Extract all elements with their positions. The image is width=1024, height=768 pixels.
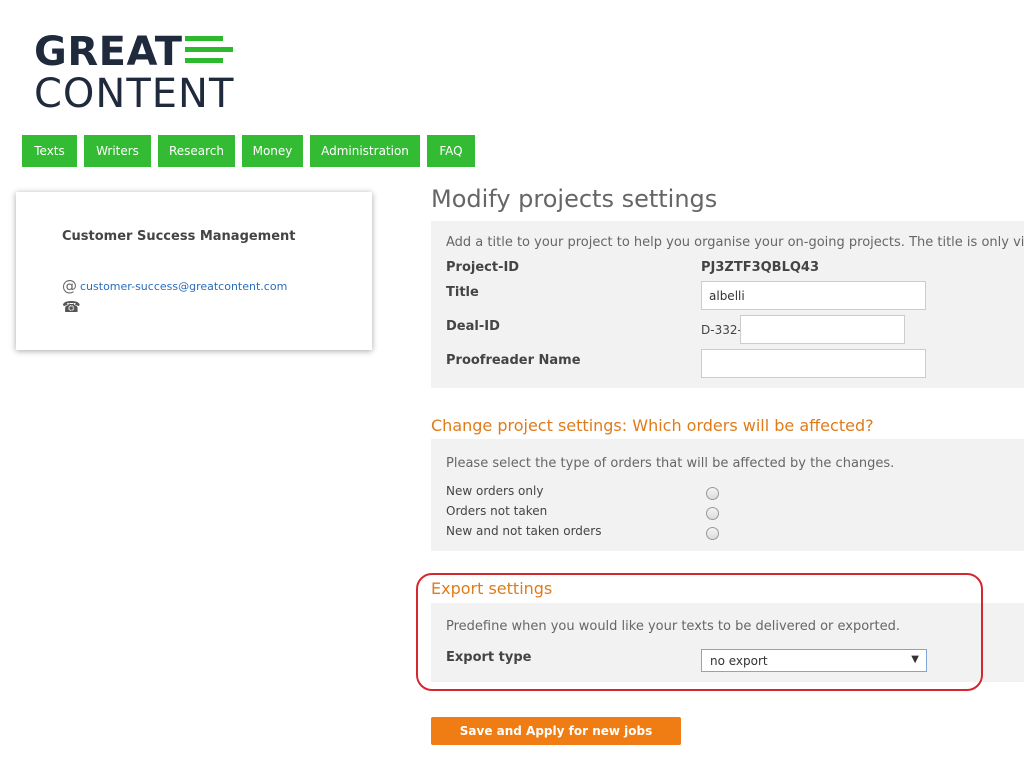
- change-settings-panel: Please select the type of orders that wi…: [431, 439, 1024, 551]
- export-highlight-annotation: [416, 573, 983, 691]
- contact-title: Customer Success Management: [62, 229, 296, 244]
- page-title: Modify projects settings: [431, 185, 718, 213]
- project-id-value: PJ3ZTF3QBLQ43: [701, 260, 820, 275]
- radio-label-new-and-not-taken: New and not taken orders: [446, 524, 602, 538]
- logo-bars-icon: [185, 36, 233, 66]
- save-apply-button[interactable]: Save and Apply for new jobs: [431, 717, 681, 745]
- contact-email-link[interactable]: customer-success@greatcontent.com: [80, 280, 287, 293]
- radio-label-orders-not-taken: Orders not taken: [446, 504, 548, 518]
- deal-id-input[interactable]: [740, 315, 905, 344]
- deal-id-prefix: D-332-: [701, 323, 742, 337]
- nav-research[interactable]: Research: [158, 135, 235, 167]
- radio-new-and-not-taken[interactable]: [706, 527, 719, 540]
- change-settings-heading: Change project settings: Which orders wi…: [431, 416, 874, 435]
- contact-card: Customer Success Management @ customer-s…: [16, 192, 372, 350]
- nav-writers[interactable]: Writers: [84, 135, 151, 167]
- title-input[interactable]: [701, 281, 926, 310]
- nav-texts[interactable]: Texts: [22, 135, 77, 167]
- logo-text-content: CONTENT: [34, 71, 235, 117]
- logo[interactable]: GREAT CONTENT: [34, 29, 244, 117]
- proofreader-input[interactable]: [701, 349, 926, 378]
- nav-money[interactable]: Money: [242, 135, 303, 167]
- radio-new-orders[interactable]: [706, 487, 719, 500]
- project-intro-text: Add a title to your project to help you …: [446, 235, 1024, 250]
- deal-id-label: Deal-ID: [446, 319, 500, 334]
- title-label: Title: [446, 285, 479, 300]
- radio-label-new-orders: New orders only: [446, 484, 544, 498]
- nav-faq[interactable]: FAQ: [427, 135, 475, 167]
- at-icon: @: [62, 277, 77, 295]
- project-settings-panel: Add a title to your project to help you …: [431, 221, 1024, 388]
- logo-text-great: GREAT: [34, 29, 183, 75]
- change-settings-intro: Please select the type of orders that wi…: [446, 456, 895, 471]
- phone-icon: ☎: [62, 298, 81, 316]
- project-id-label: Project-ID: [446, 260, 520, 275]
- proofreader-label: Proofreader Name: [446, 353, 581, 368]
- nav-administration[interactable]: Administration: [310, 135, 420, 167]
- radio-orders-not-taken[interactable]: [706, 507, 719, 520]
